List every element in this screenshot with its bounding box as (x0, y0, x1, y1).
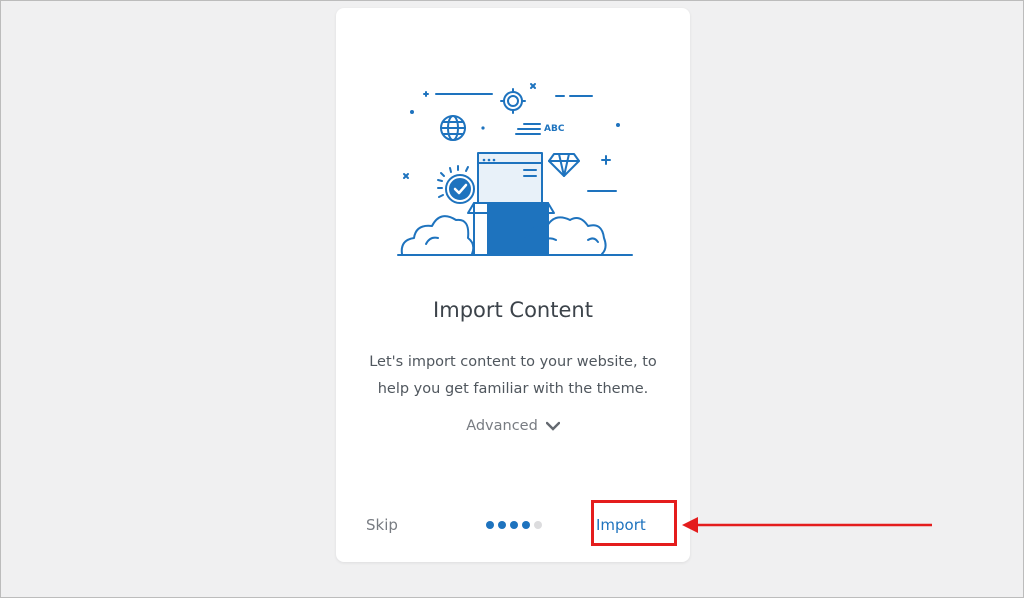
advanced-label: Advanced (466, 418, 538, 434)
annotation-highlight-box (591, 500, 677, 546)
card-title: Import Content (433, 298, 593, 322)
gear-icon (500, 88, 526, 114)
advanced-toggle[interactable]: Advanced (336, 418, 690, 434)
step-dot (534, 521, 542, 529)
annotation-arrow-icon (682, 517, 932, 533)
chevron-down-icon (545, 421, 560, 431)
globe-icon (440, 115, 466, 141)
check-badge-icon (437, 165, 475, 204)
step-dot (498, 521, 506, 529)
diamond-icon (548, 153, 580, 177)
step-dot (510, 521, 518, 529)
import-illustration: ABC (397, 83, 633, 256)
skip-button[interactable]: Skip (366, 516, 398, 534)
step-dot (522, 521, 530, 529)
browser-window-icon (477, 152, 543, 204)
step-dot (486, 521, 494, 529)
abc-label: ABC (544, 124, 565, 134)
step-indicator (486, 521, 542, 529)
box-icon (467, 202, 555, 256)
import-content-card: ABC Import Content Let's import content … (336, 8, 690, 562)
cloud-icon (400, 215, 475, 255)
card-description: Let's import content to your website, to… (369, 354, 657, 397)
